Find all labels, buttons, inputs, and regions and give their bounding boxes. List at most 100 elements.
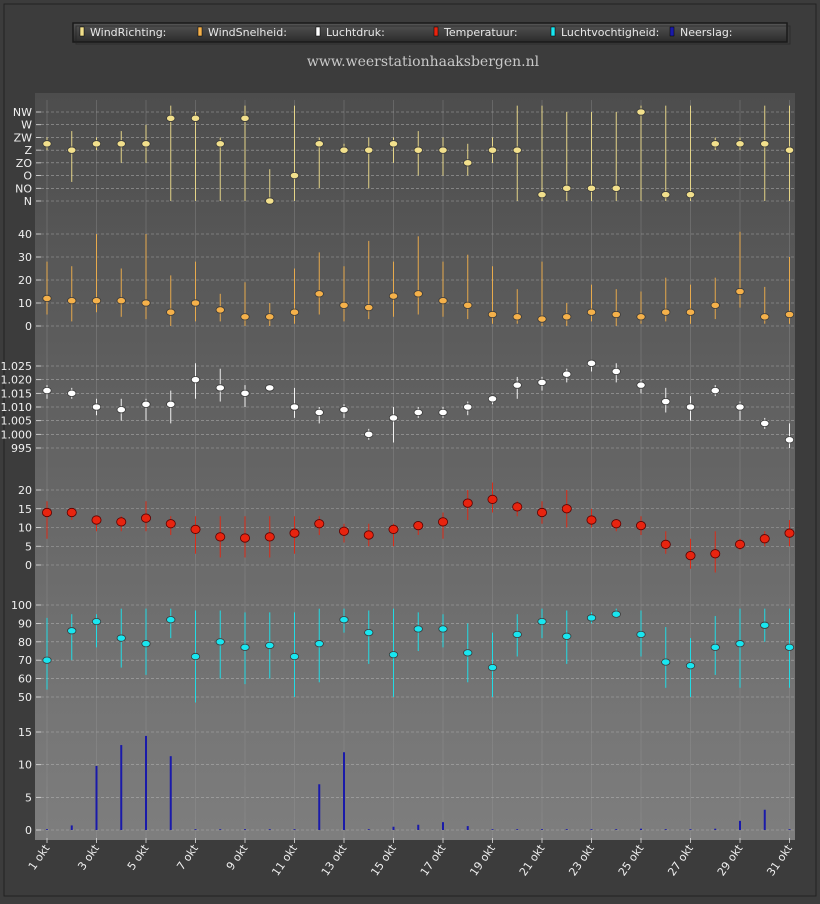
- data-point: [413, 146, 423, 154]
- data-point: [537, 315, 547, 323]
- data-point: [215, 140, 225, 148]
- data-point: [611, 519, 622, 529]
- data-point: [586, 184, 597, 192]
- data-point: [710, 386, 720, 395]
- y-tick-label: 90: [18, 617, 32, 630]
- data-point: [537, 507, 548, 518]
- legend-label: Luchtvochtigheid:: [561, 26, 659, 39]
- precip-bar: [491, 829, 494, 830]
- data-point: [710, 549, 721, 559]
- data-point: [562, 370, 572, 378]
- precip-bar: [120, 745, 123, 830]
- data-point: [388, 140, 399, 148]
- precip-bar: [145, 735, 147, 830]
- data-point: [512, 630, 522, 639]
- y-tick-label: 0: [25, 824, 32, 837]
- y-tick-label: W: [21, 119, 32, 132]
- data-point: [339, 406, 349, 414]
- data-point: [735, 539, 746, 549]
- data-point: [240, 389, 250, 397]
- y-tick-label: 80: [18, 636, 32, 649]
- data-point: [215, 384, 225, 392]
- data-point: [636, 630, 646, 639]
- precip-bar: [318, 784, 321, 830]
- data-point: [239, 533, 250, 543]
- data-point: [165, 519, 176, 529]
- data-point: [760, 419, 770, 427]
- data-point: [240, 643, 250, 651]
- precip-bar: [194, 829, 197, 830]
- data-point: [685, 403, 696, 411]
- y-tick-label: NO: [15, 182, 32, 195]
- precip-bar: [219, 829, 222, 830]
- data-point: [190, 376, 201, 384]
- y-tick-label: 0: [25, 559, 32, 572]
- y-tick-label: 0: [25, 320, 32, 333]
- precip-bar: [565, 829, 568, 830]
- precip-bar: [46, 829, 48, 830]
- data-point: [438, 408, 448, 417]
- precip-bar: [640, 828, 642, 830]
- precip-bar: [293, 829, 296, 830]
- data-point: [215, 306, 225, 314]
- data-point: [141, 400, 151, 408]
- data-point: [735, 287, 745, 296]
- data-point: [289, 403, 300, 411]
- y-tick-label: 60: [18, 673, 32, 686]
- data-point: [512, 502, 523, 512]
- data-point: [166, 114, 176, 122]
- data-point: [240, 313, 250, 321]
- data-point: [487, 395, 498, 403]
- data-point: [388, 292, 399, 300]
- y-tick-label: 1.010: [1, 401, 33, 414]
- data-point: [116, 406, 126, 414]
- data-point: [487, 494, 498, 504]
- data-point: [91, 297, 102, 305]
- y-tick-label: 1.015: [1, 387, 33, 400]
- precip-bar: [466, 826, 469, 830]
- data-point: [116, 297, 126, 305]
- data-point: [42, 507, 53, 518]
- precip-bar: [367, 829, 370, 830]
- data-point: [190, 114, 201, 122]
- data-point: [710, 301, 720, 309]
- data-point: [240, 114, 250, 122]
- y-tick-label: 50: [18, 691, 32, 704]
- y-tick-label: 1.025: [1, 360, 33, 373]
- data-point: [339, 301, 349, 309]
- data-point: [166, 616, 176, 624]
- data-point: [265, 384, 275, 392]
- precip-bar: [95, 765, 98, 830]
- data-point: [314, 519, 325, 529]
- data-point: [611, 310, 621, 319]
- data-point: [437, 517, 448, 527]
- data-point: [512, 313, 522, 321]
- data-point: [190, 299, 201, 307]
- data-point: [636, 521, 647, 531]
- data-point: [141, 640, 151, 648]
- data-point: [636, 313, 646, 321]
- data-point: [611, 184, 621, 192]
- data-point: [784, 528, 795, 538]
- data-point: [215, 638, 225, 646]
- data-point: [289, 652, 300, 661]
- data-point: [42, 294, 52, 302]
- data-point: [685, 551, 696, 561]
- data-point: [116, 634, 126, 642]
- data-point: [487, 310, 498, 319]
- data-point: [166, 308, 176, 316]
- data-point: [364, 628, 374, 637]
- precip-bar: [664, 829, 667, 830]
- data-point: [487, 663, 498, 672]
- data-point: [190, 652, 201, 661]
- data-point: [784, 146, 795, 154]
- data-point: [166, 400, 176, 408]
- y-tick-label: 15: [18, 503, 32, 516]
- y-tick-label: O: [23, 170, 32, 183]
- data-point: [364, 430, 374, 438]
- y-tick-label: 1.000: [1, 428, 33, 441]
- legend-label: WindRichting:: [90, 26, 166, 39]
- data-point: [735, 403, 745, 411]
- data-point: [339, 616, 349, 624]
- data-point: [438, 297, 448, 305]
